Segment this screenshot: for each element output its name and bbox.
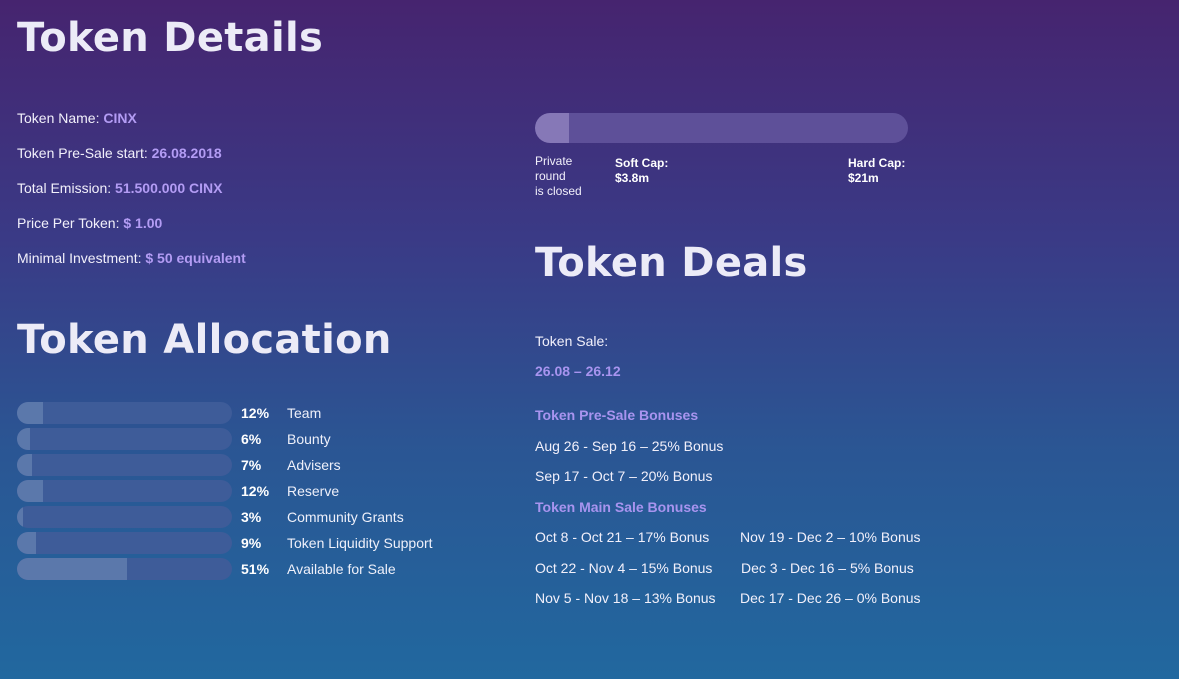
allocation-bar — [17, 532, 232, 554]
main-sale-bonus-item: Dec 17 - Dec 26 – 0% Bonus — [740, 590, 921, 606]
detail-value: $ 50 equivalent — [145, 250, 246, 266]
detail-price-per-token: Price Per Token: $ 1.00 — [17, 215, 162, 231]
detail-value: $ 1.00 — [123, 215, 163, 231]
allocation-percent: 6% — [241, 431, 262, 447]
allocation-name: Token Liquidity Support — [287, 535, 433, 551]
token-details-title: Token Details — [17, 15, 324, 61]
allocation-bar-fill — [17, 532, 37, 554]
allocation-percent: 9% — [241, 535, 262, 551]
hard-cap-value: $21m — [848, 171, 879, 185]
allocation-bar — [17, 558, 232, 580]
detail-value: CINX — [103, 110, 137, 126]
allocation-name: Advisers — [287, 457, 341, 473]
allocation-row-advisers: 7% Advisers — [17, 454, 477, 476]
allocation-name: Reserve — [287, 483, 340, 499]
allocation-bar — [17, 402, 232, 424]
private-round-line: Private — [535, 154, 573, 168]
allocation-row-available-for-sale: 51% Available for Sale — [17, 558, 477, 580]
allocation-name: Community Grants — [287, 509, 404, 525]
presale-bonuses-title: Token Pre-Sale Bonuses — [535, 407, 699, 423]
allocation-row-team: 12% Team — [17, 402, 477, 424]
allocation-name: Available for Sale — [287, 561, 396, 577]
allocation-bar-fill — [17, 402, 43, 424]
allocation-name: Bounty — [287, 431, 331, 447]
main-sale-bonus-item: Oct 8 - Oct 21 – 17% Bonus — [535, 529, 710, 545]
presale-bonus-item: Aug 26 - Sep 16 – 25% Bonus — [535, 438, 724, 454]
private-round-line: round — [535, 169, 566, 183]
allocation-bar-fill — [17, 506, 24, 528]
allocation-row-liquidity-support: 9% Token Liquidity Support — [17, 532, 477, 554]
allocation-bar — [17, 480, 232, 502]
detail-label: Price Per Token: — [17, 215, 120, 231]
hard-cap: Hard Cap: $21m — [848, 156, 905, 186]
main-sale-bonus-item: Oct 22 - Nov 4 – 15% Bonus — [535, 560, 713, 576]
sale-progress-bar — [535, 113, 908, 143]
detail-label: Minimal Investment: — [17, 250, 142, 266]
allocation-name: Team — [287, 405, 322, 421]
presale-bonus-item: Sep 17 - Oct 7 – 20% Bonus — [535, 468, 713, 484]
allocation-percent: 51% — [241, 561, 270, 577]
hard-cap-label: Hard Cap: — [848, 156, 906, 170]
allocation-percent: 7% — [241, 457, 262, 473]
token-sale-dates: 26.08 – 26.12 — [535, 363, 621, 379]
detail-token-name: Token Name: CINX — [17, 110, 137, 126]
detail-label: Total Emission: — [17, 180, 112, 196]
private-round-line: is closed — [535, 184, 582, 198]
soft-cap-value: $3.8m — [615, 171, 650, 185]
allocation-bar — [17, 428, 232, 450]
token-allocation-title: Token Allocation — [17, 317, 392, 363]
allocation-row-reserve: 12% Reserve — [17, 480, 477, 502]
allocation-bar-fill — [17, 454, 33, 476]
allocation-bar — [17, 506, 232, 528]
allocation-bar-fill — [17, 480, 43, 502]
main-sale-bonus-item: Nov 5 - Nov 18 – 13% Bonus — [535, 590, 716, 606]
detail-value: 26.08.2018 — [151, 145, 222, 161]
allocation-bar-fill — [17, 428, 30, 450]
allocation-percent: 12% — [241, 405, 270, 421]
allocation-bar — [17, 454, 232, 476]
allocation-percent: 12% — [241, 483, 270, 499]
detail-value: 51.500.000 CINX — [115, 180, 223, 196]
main-sale-bonus-item: Nov 19 - Dec 2 – 10% Bonus — [740, 529, 921, 545]
detail-total-emission: Total Emission: 51.500.000 CINX — [17, 180, 222, 196]
token-sale-label: Token Sale: — [535, 333, 609, 349]
main-sale-bonus-item: Dec 3 - Dec 16 – 5% Bonus — [741, 560, 914, 576]
sale-progress-fill — [535, 113, 569, 143]
soft-cap: Soft Cap: $3.8m — [615, 156, 668, 186]
private-round-status: Private round is closed — [535, 154, 582, 199]
allocation-percent: 3% — [241, 509, 262, 525]
main-sale-bonuses-title: Token Main Sale Bonuses — [535, 499, 707, 515]
detail-label: Token Name: — [17, 110, 100, 126]
allocation-row-community-grants: 3% Community Grants — [17, 506, 477, 528]
soft-cap-label: Soft Cap: — [615, 156, 669, 170]
detail-label: Token Pre-Sale start: — [17, 145, 148, 161]
detail-presale-start: Token Pre-Sale start: 26.08.2018 — [17, 145, 222, 161]
allocation-bar-fill — [17, 558, 127, 580]
allocation-row-bounty: 6% Bounty — [17, 428, 477, 450]
detail-minimal-investment: Minimal Investment: $ 50 equivalent — [17, 250, 246, 266]
token-deals-title: Token Deals — [535, 240, 808, 286]
